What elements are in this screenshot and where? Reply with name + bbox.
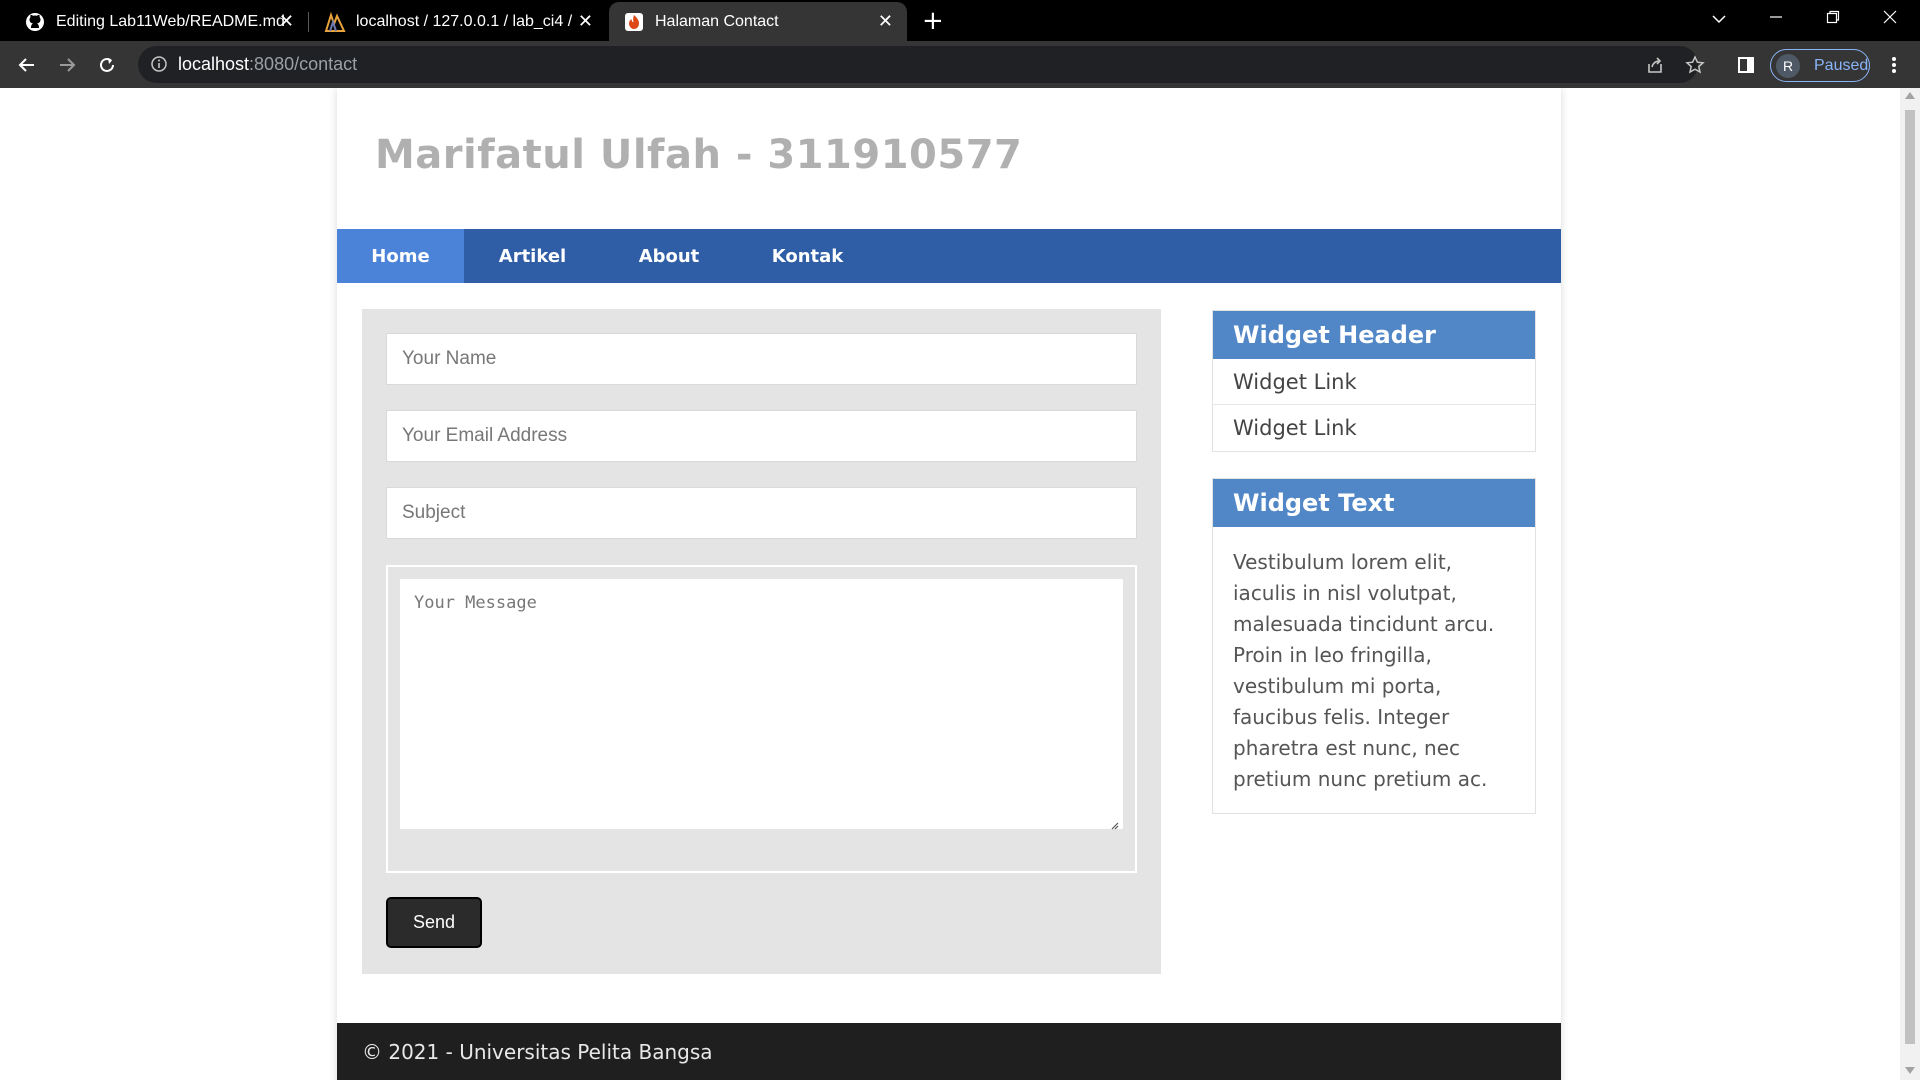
message-fieldset: Your Message — [386, 565, 1137, 873]
site-info-icon[interactable] — [150, 55, 168, 77]
main-nav: Home Artikel About Kontak — [337, 229, 1561, 283]
nav-home[interactable]: Home — [337, 229, 464, 283]
widget-text-header: Widget Text — [1213, 479, 1535, 527]
minimize-icon[interactable] — [1756, 6, 1796, 32]
widget-links: Widget Header Widget Link Widget Link — [1212, 310, 1536, 452]
avatar: R — [1776, 53, 1800, 78]
email-input[interactable]: Your Email Address — [386, 410, 1137, 462]
url-host: localhost — [178, 54, 250, 74]
site-footer: © 2021 - Universitas Pelita Bangsa — [337, 1023, 1561, 1080]
contact-form: Your Name Your Email Address Subject You… — [362, 309, 1161, 974]
page-scrollbar[interactable] — [1900, 88, 1920, 1080]
profile-button[interactable]: R Paused — [1770, 49, 1870, 82]
widget-text-body: Vestibulum lorem elit, iaculis in nisl v… — [1233, 550, 1495, 791]
close-window-icon[interactable] — [1870, 6, 1910, 32]
tab-separator — [308, 12, 309, 32]
page-container: Marifatul Ulfah - 311910577 Home Artikel… — [337, 88, 1561, 1080]
tab-title: localhost / 127.0.0.1 / lab_ci4 / ar — [356, 12, 576, 30]
address-bar[interactable]: localhost:8080/contact — [138, 46, 1698, 83]
tab-title: Editing Lab11Web/README.md a — [56, 12, 286, 30]
footer-text: © 2021 - Universitas Pelita Bangsa — [362, 1040, 713, 1064]
side-panel-icon[interactable] — [1731, 50, 1761, 80]
tab-title: Halaman Contact — [655, 12, 779, 30]
page-viewport: Marifatul Ulfah - 311910577 Home Artikel… — [0, 88, 1920, 1080]
github-icon — [24, 11, 46, 33]
message-textarea[interactable]: Your Message — [400, 579, 1123, 830]
forward-icon[interactable] — [52, 50, 82, 80]
url-path: :8080/contact — [249, 54, 358, 74]
widget-link[interactable]: Widget Link — [1213, 359, 1535, 405]
site-title: Marifatul Ulfah - 311910577 — [375, 132, 1023, 178]
resize-handle-icon[interactable] — [1109, 815, 1119, 830]
menu-kebab-icon[interactable] — [1879, 50, 1909, 80]
restore-icon[interactable] — [1813, 6, 1853, 32]
phpmyadmin-icon — [324, 11, 346, 33]
nav-kontak[interactable]: Kontak — [737, 229, 878, 283]
scroll-up-arrow-icon[interactable] — [1905, 92, 1915, 99]
tab-contact[interactable]: Halaman Contact ✕ — [609, 2, 907, 41]
close-icon[interactable]: ✕ — [878, 11, 893, 31]
nav-about[interactable]: About — [601, 229, 737, 283]
back-icon[interactable] — [12, 50, 42, 80]
widget-header: Widget Header — [1213, 311, 1535, 359]
close-icon[interactable]: ✕ — [279, 11, 294, 31]
profile-status: Paused — [1814, 56, 1869, 74]
scroll-thumb[interactable] — [1905, 110, 1915, 1044]
browser-toolbar: localhost:8080/contact R Paused — [0, 41, 1920, 88]
tab-search-chevron-icon[interactable] — [1699, 6, 1739, 32]
widget-text: Widget Text Vestibulum lorem elit, iacul… — [1212, 478, 1536, 814]
nav-artikel[interactable]: Artikel — [464, 229, 601, 283]
tab-github[interactable]: Editing Lab11Web/README.md a ✕ — [10, 2, 308, 41]
url-text: localhost:8080/contact — [178, 54, 357, 75]
browser-tab-bar: Editing Lab11Web/README.md a ✕ localhost… — [0, 0, 1920, 41]
reload-icon[interactable] — [92, 50, 122, 80]
close-icon[interactable]: ✕ — [578, 11, 593, 31]
send-button[interactable]: Send — [386, 897, 482, 948]
new-tab-icon[interactable]: + — [922, 8, 944, 34]
message-placeholder: Your Message — [414, 593, 537, 613]
tab-phpmyadmin[interactable]: localhost / 127.0.0.1 / lab_ci4 / ar ✕ — [310, 2, 607, 41]
scroll-down-arrow-icon[interactable] — [1905, 1067, 1915, 1074]
share-icon[interactable] — [1640, 50, 1670, 80]
name-input[interactable]: Your Name — [386, 333, 1137, 385]
widget-link[interactable]: Widget Link — [1213, 405, 1535, 451]
subject-input[interactable]: Subject — [386, 487, 1137, 539]
bookmark-star-icon[interactable] — [1680, 50, 1710, 80]
codeigniter-icon — [623, 11, 645, 33]
